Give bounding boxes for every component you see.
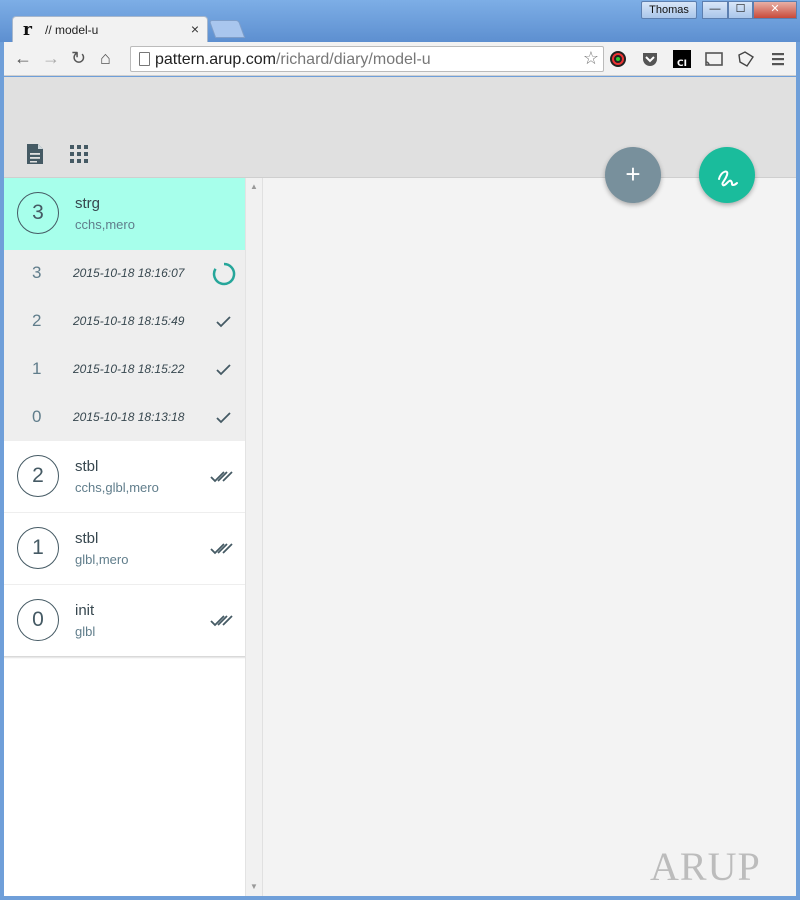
item-title: stbl	[75, 530, 99, 547]
sidebar-scrollbar[interactable]: ▲ ▼	[245, 178, 262, 896]
signature-icon	[718, 170, 738, 187]
scroll-up-icon[interactable]: ▲	[250, 182, 258, 191]
url-path: /richard/diary/model-u	[275, 51, 431, 68]
item-subtitle: cchs,glbl,mero	[75, 480, 159, 495]
document-icon[interactable]	[26, 143, 44, 165]
double-check-icon	[210, 615, 233, 627]
app-container: 3 strg cchs,mero 3 2015-10-18 18:16:07 2…	[4, 77, 796, 896]
revision-number: 0	[32, 407, 42, 426]
user-profile-button[interactable]: Thomas	[641, 1, 697, 19]
grid-icon[interactable]	[70, 145, 88, 163]
list-item[interactable]: 3 strg cchs,mero	[4, 178, 245, 250]
revision-row[interactable]: 2 2015-10-18 18:15:49	[4, 298, 245, 346]
forward-icon[interactable]: →	[42, 48, 60, 69]
reload-icon[interactable]: ↻	[71, 48, 86, 69]
list-item[interactable]: 0 init glbl	[4, 585, 245, 657]
ci-icon[interactable]: CI	[672, 49, 692, 69]
url-text: pattern.arup.com/richard/diary/model-u	[155, 51, 431, 69]
url-host: pattern.arup.com	[155, 51, 276, 68]
svg-text:CI: CI	[677, 59, 687, 69]
double-check-icon	[210, 471, 233, 483]
bookmark-star-icon[interactable]: ☆	[583, 48, 599, 69]
address-bar[interactable]: pattern.arup.com/richard/diary/model-u ☆	[130, 46, 604, 72]
browser-toolbar: ← → ↻ ⌂ pattern.arup.com/richard/diary/m…	[4, 42, 796, 76]
page-icon	[139, 52, 150, 66]
revision-list: 3 2015-10-18 18:16:07 2 2015-10-18 18:15…	[4, 250, 245, 441]
item-number: 3	[17, 192, 59, 234]
list-item[interactable]: 2 stbl cchs,glbl,mero	[4, 441, 245, 513]
revision-number: 1	[32, 359, 42, 378]
item-title: stbl	[75, 458, 99, 475]
signature-button[interactable]	[699, 147, 755, 203]
browser-window: r // model-u × Thomas — ☐ ✕ ← → ↻ ⌂ patt…	[0, 0, 800, 900]
revision-row[interactable]: 3 2015-10-18 18:16:07	[4, 250, 245, 298]
model-list: 3 strg cchs,mero 3 2015-10-18 18:16:07 2…	[4, 178, 245, 896]
app-bar	[4, 77, 796, 178]
item-title: strg	[75, 195, 101, 212]
extension-icon[interactable]	[736, 49, 756, 69]
close-window-button[interactable]: ✕	[753, 1, 797, 19]
home-icon[interactable]: ⌂	[100, 48, 111, 69]
minimize-button[interactable]: —	[702, 1, 728, 19]
list-divider	[4, 656, 245, 659]
check-icon	[216, 412, 231, 424]
item-number: 0	[17, 599, 59, 641]
favicon-icon: r	[23, 20, 32, 40]
main-content	[262, 178, 796, 896]
cast-icon[interactable]	[704, 49, 724, 69]
check-icon	[216, 364, 231, 376]
arup-watermark: ARUP	[650, 844, 761, 889]
item-number: 1	[17, 527, 59, 569]
revision-time: 2015-10-18 18:15:49	[73, 314, 185, 328]
add-button[interactable]: +	[605, 147, 661, 203]
double-check-icon	[210, 543, 233, 555]
item-subtitle: glbl,mero	[75, 552, 129, 567]
maximize-button[interactable]: ☐	[728, 1, 753, 19]
check-icon	[216, 316, 231, 328]
revision-number: 2	[32, 311, 42, 330]
tab-title: // model-u	[45, 23, 99, 37]
browser-tab[interactable]: r // model-u ×	[12, 16, 208, 42]
back-icon[interactable]: ←	[14, 48, 32, 69]
item-title: init	[75, 602, 95, 619]
revision-time: 2015-10-18 18:13:18	[73, 410, 185, 424]
list-item[interactable]: 1 stbl glbl,mero	[4, 513, 245, 585]
revision-row[interactable]: 1 2015-10-18 18:15:22	[4, 346, 245, 394]
item-number: 2	[17, 455, 59, 497]
title-bar: r // model-u × Thomas — ☐ ✕	[0, 0, 800, 42]
menu-icon[interactable]	[768, 49, 788, 69]
loading-spinner-icon	[212, 262, 236, 286]
scroll-down-icon[interactable]: ▼	[250, 882, 258, 891]
revision-row[interactable]: 0 2015-10-18 18:13:18	[4, 394, 245, 442]
revision-number: 3	[32, 263, 42, 282]
pocket-icon[interactable]	[640, 49, 660, 69]
new-tab-button[interactable]	[208, 20, 246, 38]
revision-time: 2015-10-18 18:16:07	[73, 266, 185, 280]
item-subtitle: glbl	[75, 624, 96, 639]
item-subtitle: cchs,mero	[75, 217, 135, 232]
color-picker-icon[interactable]	[608, 49, 628, 69]
revision-time: 2015-10-18 18:15:22	[73, 362, 185, 376]
tab-close-icon[interactable]: ×	[191, 21, 199, 37]
